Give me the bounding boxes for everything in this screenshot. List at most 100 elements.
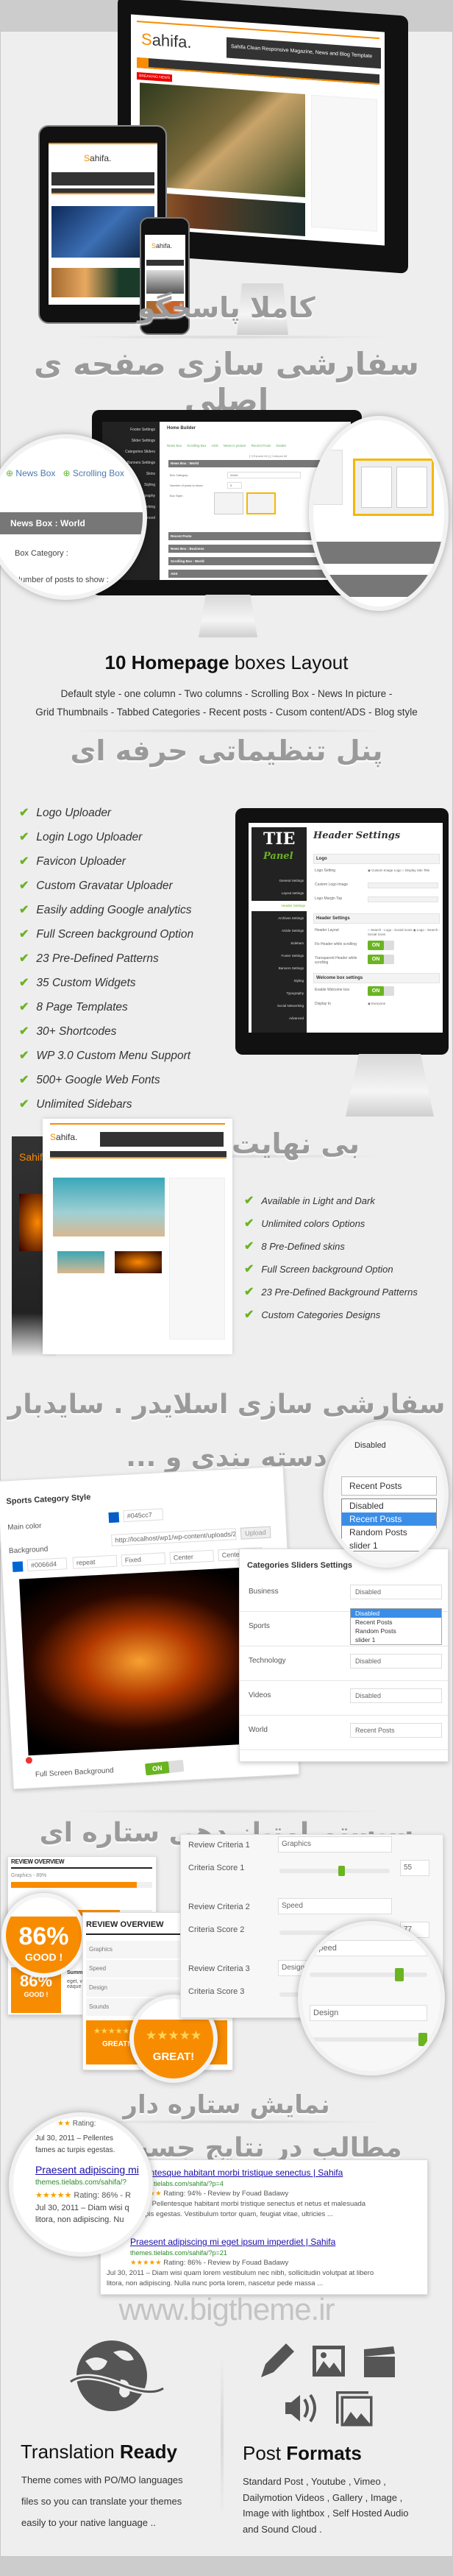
feature-item: ✔ 8 Page Templates: [19, 999, 128, 1014]
dropdown-option[interactable]: Disabled: [351, 1609, 441, 1618]
position-x-select[interactable]: Center: [169, 1549, 215, 1564]
dropdown-option[interactable]: Random Posts: [342, 1526, 436, 1539]
bg-color-swatch[interactable]: [12, 1561, 24, 1573]
setting-toggle[interactable]: ON: [368, 986, 394, 996]
tie-nav-item[interactable]: Archives Settings: [252, 913, 307, 924]
feature-label: 8 Page Templates: [36, 1001, 128, 1013]
desktop-screen: Sahifa. Sahifa Clean Responsive Magazine…: [131, 14, 385, 246]
tie-nav-item[interactable]: Advanced: [252, 1013, 307, 1024]
bg-color-input[interactable]: #0066d4: [26, 1557, 68, 1571]
setting-toggle[interactable]: ON: [368, 941, 394, 950]
video-clapper-icon: [363, 2346, 396, 2382]
slider-dropdown-list[interactable]: Disabled Recent Posts Random Posts slider 1: [350, 1608, 442, 1645]
add-box-button[interactable]: News in picture: [224, 444, 246, 447]
feature-item: ✔ 500+ Google Web Fonts: [19, 1072, 160, 1087]
add-box-button[interactable]: News Box: [167, 444, 182, 447]
criteria-label: Graphics: [89, 1946, 113, 1953]
background-url-input[interactable]: http://localhost/wp1/wp-content/uploads/…: [111, 1528, 237, 1546]
skin-feature-item: ✔ Unlimited colors Options: [244, 1216, 365, 1231]
dropdown-option[interactable]: Random Posts: [351, 1627, 441, 1635]
result-title-link[interactable]: Praesent adipiscing mi eget ipsum imperd…: [130, 2237, 335, 2247]
categories-sliders-panel: Categories Sliders Settings Business Disa…: [239, 1549, 449, 1762]
posts-count-input[interactable]: 5: [227, 482, 242, 489]
dropdown-option[interactable]: slider 1: [342, 1539, 436, 1552]
slider-setting-row: Business Disabled: [240, 1577, 448, 1612]
magnifier-criteria: Speed Design: [298, 1921, 445, 2076]
row-select[interactable]: Disabled: [350, 1688, 442, 1703]
fullscreen-toggle[interactable]: ON: [145, 1759, 185, 1776]
builder-nav-item[interactable]: Footer Settings: [130, 428, 155, 432]
tie-nav-item[interactable]: General Settings: [252, 876, 307, 886]
tie-nav-item[interactable]: Styling: [252, 976, 307, 986]
tie-nav-item[interactable]: Banners Settings: [252, 963, 307, 974]
main-color-swatch[interactable]: [108, 1512, 120, 1524]
slider-knob[interactable]: [338, 1866, 345, 1876]
setting-toggle[interactable]: ON: [368, 955, 394, 964]
image-icon: [312, 2345, 346, 2381]
box-category-select[interactable]: World: [227, 472, 301, 478]
builder-nav-item[interactable]: Skins: [146, 472, 155, 476]
result-rating: ★★★★★ Rating: 86% - Review by Fouad Bada…: [130, 2259, 288, 2267]
add-box-button[interactable]: Recent Posts: [252, 444, 271, 447]
dropdown-option[interactable]: slider 1: [351, 1635, 441, 1644]
row-select[interactable]: Disabled: [350, 1585, 442, 1599]
dropdown-option[interactable]: Recent Posts: [351, 1618, 441, 1627]
remove-image-icon[interactable]: [25, 1757, 33, 1764]
translation-title: Translation Ready: [21, 2441, 177, 2463]
tie-nav-item[interactable]: Article Settings: [252, 926, 307, 936]
add-box-button[interactable]: Divider: [276, 444, 286, 447]
criteria-input[interactable]: Graphics: [278, 1836, 392, 1853]
builder-nav-item[interactable]: Categories Sliders: [125, 450, 155, 454]
result-title-link[interactable]: Pellentesque habitant morbi tristique se…: [130, 2168, 343, 2178]
setting-input[interactable]: [368, 896, 438, 902]
row-label: Business: [249, 1588, 279, 1596]
criteria-score-input[interactable]: 55: [400, 1860, 429, 1876]
row-select[interactable]: Disabled: [350, 1654, 442, 1669]
check-icon: ✔: [244, 1195, 254, 1207]
feature-label: Custom Categories Designs: [261, 1309, 381, 1320]
setting-input[interactable]: [368, 882, 438, 888]
upload-button[interactable]: Upload: [240, 1526, 271, 1540]
row-label: World: [249, 1726, 268, 1734]
feature-label: 35 Custom Widgets: [36, 977, 136, 989]
dropdown-option[interactable]: Recent Posts: [342, 1512, 436, 1526]
builder-nav-item[interactable]: Slider Settings: [132, 439, 155, 443]
row-select[interactable]: Recent Posts: [350, 1723, 442, 1738]
layouts-list-line2: Grid Thumbnails - Tabbed Categories - Re…: [35, 707, 418, 718]
setting-value[interactable]: ◉ Everyone: [368, 1002, 440, 1006]
tie-nav-item[interactable]: Social Networking: [252, 1001, 307, 1011]
builder-nav-item[interactable]: Styling: [144, 483, 155, 487]
tie-nav-item[interactable]: Layout settings: [252, 888, 307, 899]
setting-value[interactable]: ◉ Custom Image Logo ○ Display Site Title: [368, 868, 440, 873]
gallery-icon: [335, 2391, 375, 2431]
brand-logo: Sahifa.: [141, 29, 192, 52]
attachment-select[interactable]: Fixed: [121, 1552, 166, 1567]
heading-homepage: سفارشی سازی صفحه ی اصلی: [34, 346, 419, 418]
heading-slider-line1: سفارشی سازی اسلایدر . سایدبار: [7, 1390, 446, 1420]
feature-label: Favicon Uploader: [36, 855, 126, 868]
add-box-button[interactable]: ADS: [212, 444, 218, 447]
row-label: Technology: [249, 1657, 286, 1665]
skin-feature-item: ✔ Available in Light and Dark: [244, 1193, 375, 1208]
feature-label: Login Logo Uploader: [36, 831, 143, 843]
box-style-option-selected[interactable]: [246, 492, 276, 514]
repeat-select[interactable]: repeat: [72, 1554, 118, 1569]
add-box-button[interactable]: Scrolling Box: [187, 444, 206, 447]
main-color-input[interactable]: #045cc7: [123, 1508, 164, 1523]
criteria-score-label: Criteria Score 2: [188, 1925, 245, 1934]
rating-text: Rating: 86% - Review by Fouad Badawy: [163, 2259, 289, 2267]
tie-nav-item[interactable]: Footer Settings: [252, 951, 307, 961]
criteria-input[interactable]: Speed: [278, 1898, 392, 1914]
feature-item: ✔ Login Logo Uploader: [19, 829, 142, 844]
tie-nav-item[interactable]: Sidebars: [252, 938, 307, 949]
builder-nav-item[interactable]: Banners Settings: [127, 461, 155, 465]
setting-label: Logo Margin Top: [315, 896, 343, 901]
check-icon: ✔: [244, 1217, 254, 1230]
dropdown-option[interactable]: Disabled: [342, 1499, 436, 1512]
criteria-score-slider[interactable]: [279, 1866, 390, 1876]
box-style-option[interactable]: [214, 492, 243, 514]
check-icon: ✔: [19, 1001, 29, 1013]
tie-nav-item[interactable]: Header Settings: [250, 901, 308, 911]
setting-value[interactable]: ○ Search - Logo - Social Icons ◉ Logo - …: [368, 928, 440, 936]
tie-nav-item[interactable]: Typography: [252, 988, 307, 999]
